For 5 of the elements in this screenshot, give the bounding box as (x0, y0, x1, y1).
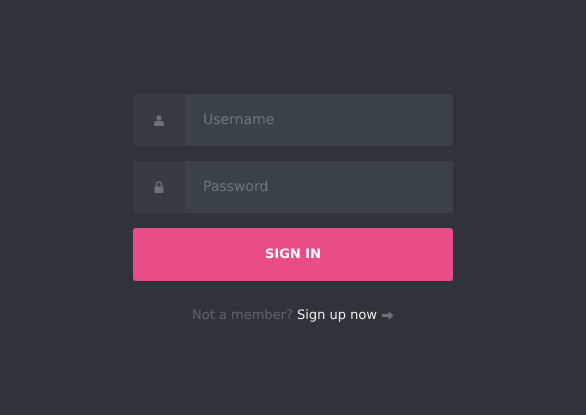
sign-in-button[interactable]: SIGN IN (133, 228, 453, 281)
signup-link[interactable]: Sign up now (297, 308, 377, 323)
arrow-right-icon (382, 310, 394, 321)
user-icon (154, 114, 164, 126)
lock-icon (154, 181, 164, 193)
